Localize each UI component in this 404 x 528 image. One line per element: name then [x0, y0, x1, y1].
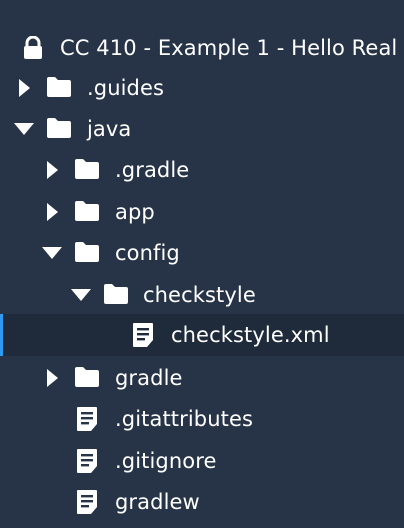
file-icon	[132, 322, 156, 347]
folder-icon	[74, 366, 99, 390]
tree-item-label: .gitattributes	[115, 407, 254, 431]
file-explorer-tree: CC 410 - Example 1 - Hello Real .guides …	[0, 0, 404, 528]
tree-item-java[interactable]: java	[0, 108, 404, 150]
chevron-right-icon[interactable]	[15, 78, 35, 98]
tree-item-label: gradlew	[115, 490, 200, 514]
tree-item-checkstyle[interactable]: checkstyle	[0, 274, 404, 316]
project-title: CC 410 - Example 1 - Hello Real	[60, 36, 398, 60]
folder-icon	[46, 76, 71, 100]
chevron-right-icon[interactable]	[43, 202, 63, 222]
chevron-right-icon[interactable]	[43, 160, 63, 180]
tree-item-label: checkstyle.xml	[171, 323, 330, 347]
folder-icon	[74, 200, 99, 224]
tree-item-gradle[interactable]: gradle	[0, 357, 404, 399]
tree-item-label: .gradle	[115, 158, 190, 182]
tree-item-label: app	[115, 200, 155, 224]
tree-item-guides[interactable]: .guides	[0, 67, 404, 109]
chevron-down-icon[interactable]	[41, 245, 62, 265]
folder-icon	[74, 158, 99, 182]
tree-item-label: checkstyle	[143, 283, 256, 307]
tree-item-config[interactable]: config	[0, 232, 404, 274]
file-icon	[76, 448, 100, 473]
file-icon	[76, 489, 100, 514]
tree-item-app[interactable]: app	[0, 191, 404, 233]
folder-icon	[103, 283, 128, 307]
tree-item-label: .gitignore	[115, 449, 217, 473]
tree-item-gradlew[interactable]: gradlew	[0, 481, 404, 523]
project-header[interactable]: CC 410 - Example 1 - Hello Real	[0, 27, 404, 69]
chevron-down-icon[interactable]	[70, 287, 91, 307]
tree-item-label: config	[115, 241, 180, 265]
tree-item-label: java	[87, 117, 132, 141]
tree-item-gitignore[interactable]: .gitignore	[0, 440, 404, 482]
tree-item-gitattributes[interactable]: .gitattributes	[0, 398, 404, 440]
chevron-right-icon[interactable]	[43, 368, 63, 388]
tree-item-label: .guides	[87, 76, 165, 100]
folder-icon	[46, 117, 71, 141]
lock-icon	[22, 36, 46, 60]
tree-item-label: gradle	[115, 366, 183, 390]
chevron-down-icon[interactable]	[13, 121, 34, 141]
tree-item-checkstyle-xml[interactable]: checkstyle.xml	[0, 314, 404, 356]
file-icon	[76, 406, 100, 431]
tree-item-dot-gradle[interactable]: .gradle	[0, 149, 404, 191]
folder-icon	[74, 241, 99, 265]
